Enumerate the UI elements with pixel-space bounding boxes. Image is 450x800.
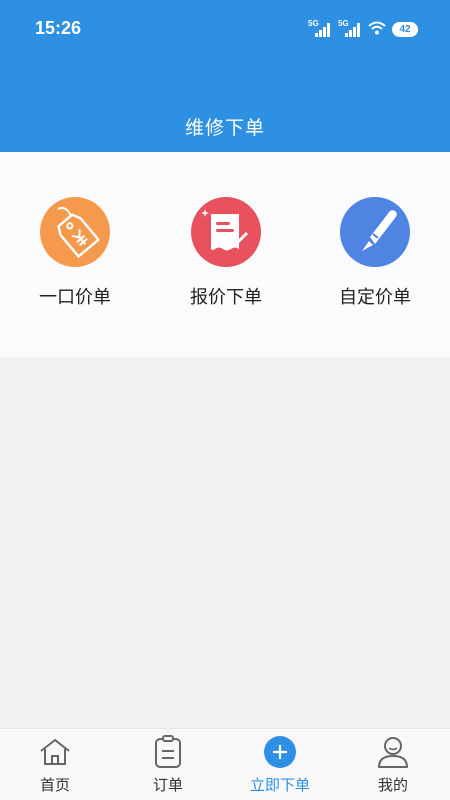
tab-label: 立即下单 bbox=[249, 776, 310, 794]
option-quote-order[interactable]: 报价下单 bbox=[166, 197, 286, 309]
option-label: 自定价单 bbox=[339, 287, 411, 308]
tab-label: 我的 bbox=[377, 776, 408, 794]
tab-profile[interactable]: 我的 bbox=[338, 729, 448, 800]
user-icon bbox=[376, 735, 410, 769]
option-label: 报价下单 bbox=[190, 287, 262, 308]
order-list-icon bbox=[151, 735, 185, 769]
order-type-panel: 一口价单 报价下单 自定价单 bbox=[0, 152, 450, 357]
tab-label: 订单 bbox=[152, 776, 183, 794]
option-custom-price[interactable]: 自定价单 bbox=[315, 197, 435, 309]
signal-icon: 5G bbox=[308, 19, 332, 39]
option-fixed-price[interactable]: 一口价单 bbox=[15, 197, 135, 309]
price-tag-icon bbox=[40, 197, 110, 267]
header: 15:26 5G 5G 42 维修下单 bbox=[0, 0, 450, 152]
tab-orders[interactable]: 订单 bbox=[113, 729, 223, 800]
tab-label: 首页 bbox=[39, 776, 70, 794]
plus-circle-icon bbox=[263, 735, 297, 769]
home-icon bbox=[38, 735, 72, 769]
quote-document-icon bbox=[191, 197, 261, 267]
status-bar: 15:26 5G 5G 42 bbox=[0, 0, 450, 58]
tab-place-order[interactable]: 立即下单 bbox=[225, 729, 335, 800]
wifi-icon bbox=[368, 20, 386, 39]
bottom-tab-bar: 首页 订单 立即下单 我的 bbox=[0, 728, 450, 800]
tab-home[interactable]: 首页 bbox=[0, 729, 110, 800]
option-label: 一口价单 bbox=[39, 287, 111, 308]
page-title: 维修下单 bbox=[184, 117, 265, 139]
status-icons: 5G 5G 42 bbox=[308, 18, 418, 40]
pencil-edit-icon bbox=[340, 197, 410, 267]
status-time: 15:26 bbox=[35, 18, 82, 38]
battery-icon: 42 bbox=[392, 21, 418, 37]
signal-icon: 5G bbox=[338, 19, 362, 39]
